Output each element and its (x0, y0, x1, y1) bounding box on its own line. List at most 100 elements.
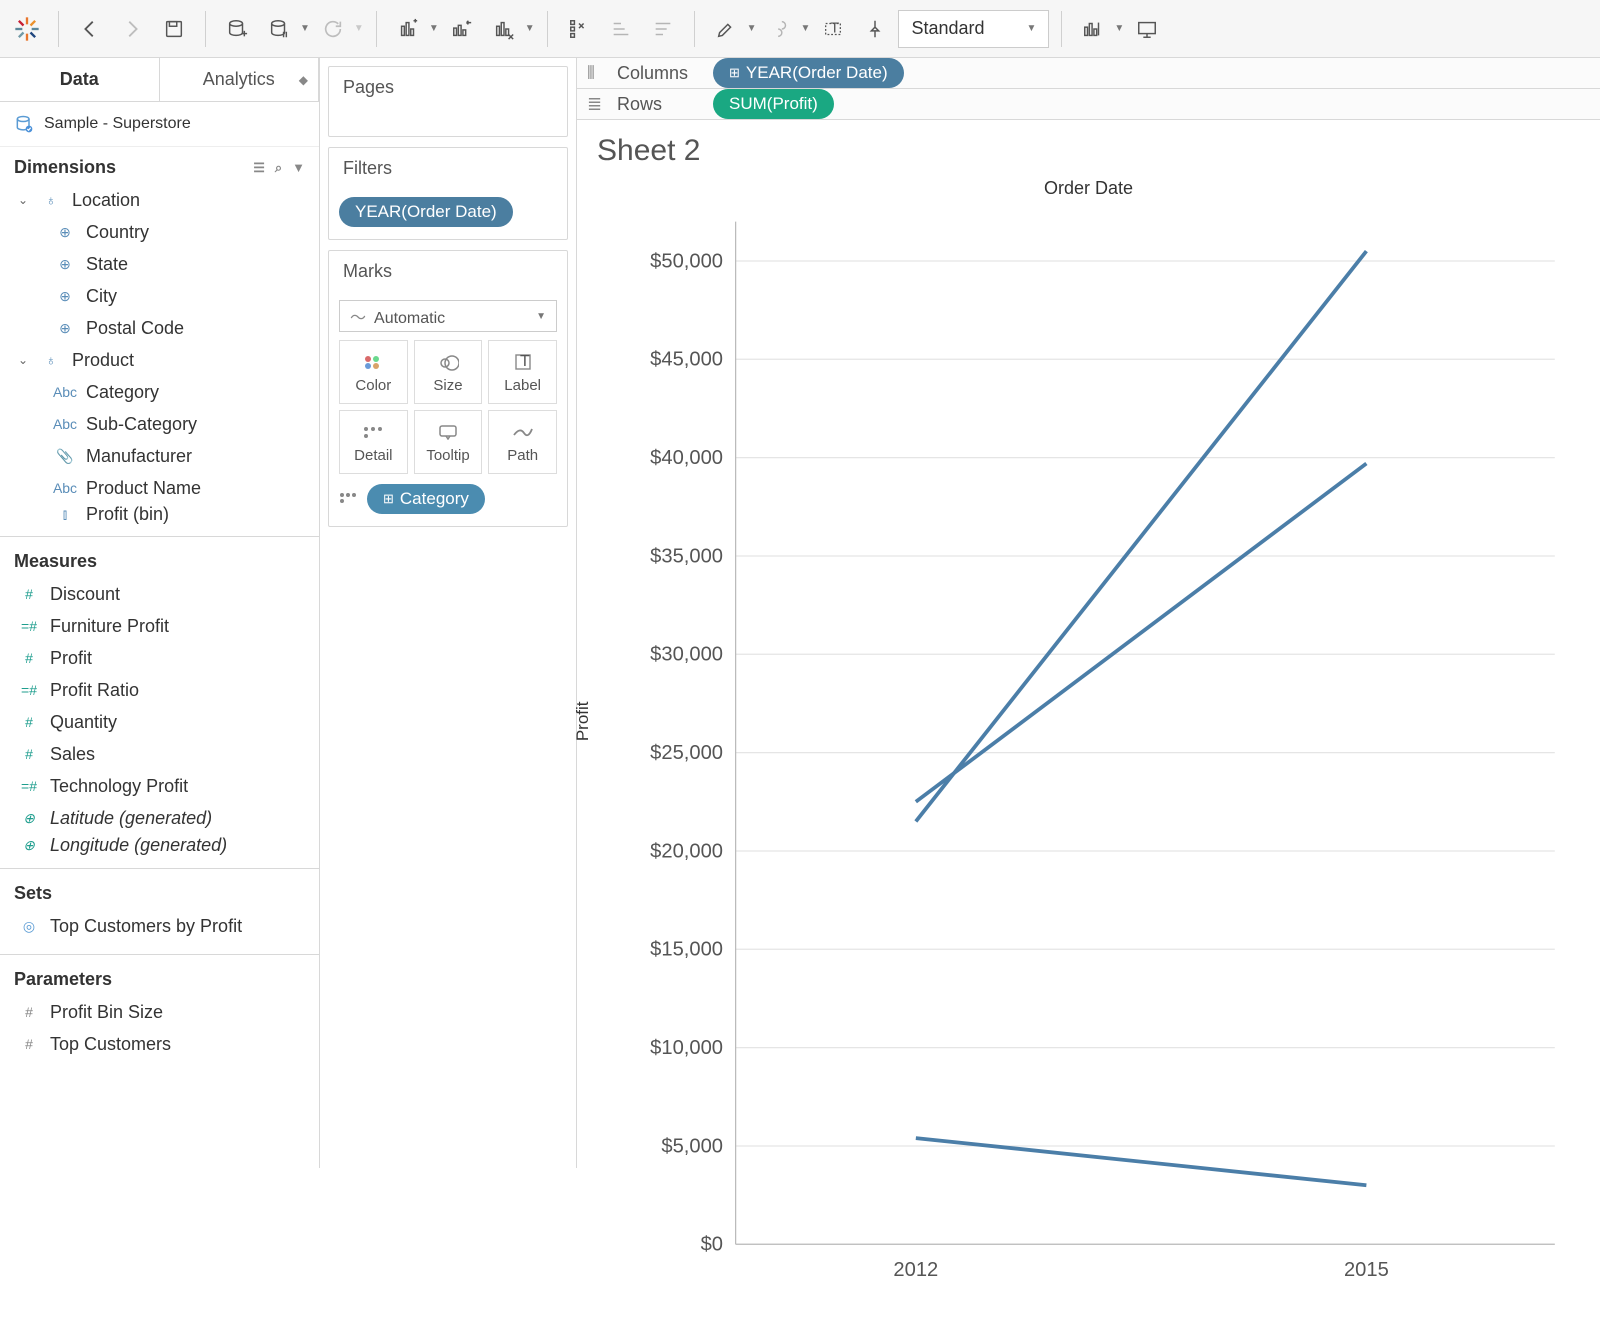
highlight-button[interactable]: ▼ (707, 10, 757, 48)
mark-tooltip[interactable]: Tooltip (414, 410, 483, 474)
svg-text:$50,000: $50,000 (650, 250, 723, 272)
top-toolbar: ▼ ▼ ▼ ▼ ▼ ▼ T Standard ▼ ▼ (0, 0, 1600, 58)
calc-icon: =# (18, 778, 40, 794)
set-top-customers[interactable]: ◎Top Customers by Profit (0, 910, 319, 942)
refresh-button[interactable]: ▼ (314, 10, 364, 48)
worksheet-area: ⦀Columns ⊞YEAR(Order Date) ≣Rows SUM(Pro… (576, 58, 1600, 1168)
detail-icon (362, 421, 384, 443)
detail-icon (339, 491, 359, 507)
show-me-button[interactable]: ▼ (1074, 10, 1124, 48)
meas-discount[interactable]: #Discount (0, 578, 319, 610)
swap-button[interactable] (560, 10, 598, 48)
measures-header: Measures (0, 541, 319, 578)
globe-icon: ⊕ (18, 810, 40, 827)
chart-area[interactable]: Order Date Profit $0$5,000$10,000$15,000… (577, 172, 1600, 1330)
meas-profit[interactable]: #Profit (0, 642, 319, 674)
number-icon: # (18, 586, 40, 602)
sort-icon: ◆ (299, 73, 308, 87)
save-button[interactable] (155, 10, 193, 48)
menu-caret-icon[interactable]: ▼ (292, 160, 305, 175)
meas-profit-ratio[interactable]: =#Profit Ratio (0, 674, 319, 706)
search-icon[interactable]: ⌕ (275, 160, 282, 176)
meas-technology-profit[interactable]: =#Technology Profit (0, 770, 319, 802)
dim-city[interactable]: ⊕City (0, 280, 319, 312)
pause-updates-button[interactable]: ▼ (260, 10, 310, 48)
marks-card[interactable]: Marks 〜Automatic ▼ Color Size TLabel Det… (328, 250, 568, 527)
list-view-icon[interactable]: ☰ (253, 160, 265, 176)
show-labels-button[interactable]: T (814, 10, 852, 48)
mark-label[interactable]: TLabel (488, 340, 557, 404)
back-button[interactable] (71, 10, 109, 48)
dim-postal-code[interactable]: ⊕Postal Code (0, 312, 319, 344)
dim-country[interactable]: ⊕Country (0, 216, 319, 248)
meas-sales[interactable]: #Sales (0, 738, 319, 770)
string-icon: Abc (54, 384, 76, 400)
tab-analytics[interactable]: Analytics◆ (160, 58, 320, 101)
dim-group-location[interactable]: ⌄ ♁ Location (0, 184, 319, 216)
dim-product-name[interactable]: AbcProduct Name (0, 472, 319, 504)
number-icon: # (18, 1036, 40, 1052)
meas-furniture-profit[interactable]: =#Furniture Profit (0, 610, 319, 642)
presentation-button[interactable] (1128, 10, 1166, 48)
detail-pill-category[interactable]: ⊞Category (367, 484, 485, 514)
dimensions-tree: ⌄ ♁ Location ⊕Country ⊕State ⊕City ⊕Post… (0, 184, 319, 532)
rows-icon: ≣ (587, 94, 607, 115)
forward-button[interactable] (113, 10, 151, 48)
mark-size[interactable]: Size (414, 340, 483, 404)
columns-shelf[interactable]: ⦀Columns ⊞YEAR(Order Date) (577, 58, 1600, 89)
sort-desc-button[interactable] (644, 10, 682, 48)
meas-quantity[interactable]: #Quantity (0, 706, 319, 738)
rows-pill-profit[interactable]: SUM(Profit) (713, 89, 834, 119)
svg-text:$45,000: $45,000 (650, 349, 723, 371)
calc-icon: =# (18, 618, 40, 634)
group-button[interactable]: ▼ (761, 10, 811, 48)
marks-type-dropdown[interactable]: 〜Automatic ▼ (339, 300, 557, 332)
bin-icon: ⫾ (54, 506, 76, 523)
duplicate-sheet-button[interactable] (443, 10, 481, 48)
sets-header: Sets (0, 873, 319, 910)
hierarchy-icon: ♁ (40, 352, 62, 368)
dim-profit-bin[interactable]: ⫾Profit (bin) (0, 504, 319, 524)
chevron-down-icon: ▼ (536, 311, 546, 322)
fit-dropdown[interactable]: Standard ▼ (898, 10, 1049, 48)
rows-shelf[interactable]: ≣Rows SUM(Profit) (577, 89, 1600, 120)
tab-data[interactable]: Data (0, 58, 160, 101)
meas-latitude[interactable]: ⊕Latitude (generated) (0, 802, 319, 834)
hierarchy-icon: ♁ (40, 192, 62, 208)
meas-longitude[interactable]: ⊕Longitude (generated) (0, 834, 319, 856)
color-icon (363, 351, 383, 373)
mark-detail[interactable]: Detail (339, 410, 408, 474)
datasource-row[interactable]: Sample - Superstore (0, 102, 319, 147)
fit-label: Standard (911, 18, 984, 39)
pin-button[interactable] (856, 10, 894, 48)
dim-group-product[interactable]: ⌄ ♁ Product (0, 344, 319, 376)
columns-pill-year[interactable]: ⊞YEAR(Order Date) (713, 58, 904, 88)
param-profit-bin[interactable]: #Profit Bin Size (0, 996, 319, 1028)
dim-state[interactable]: ⊕State (0, 248, 319, 280)
number-icon: # (18, 1004, 40, 1020)
number-icon: # (18, 714, 40, 730)
globe-icon: ⊕ (54, 288, 76, 305)
new-datasource-button[interactable] (218, 10, 256, 48)
sort-asc-button[interactable] (602, 10, 640, 48)
dim-category[interactable]: AbcCategory (0, 376, 319, 408)
measures-tree: #Discount =#Furniture Profit #Profit =#P… (0, 578, 319, 864)
parameters-header: Parameters (0, 959, 319, 996)
sheet-title[interactable]: Sheet 2 (577, 120, 1600, 172)
globe-icon: ⊕ (54, 256, 76, 273)
pages-card[interactable]: Pages (328, 66, 568, 137)
dim-sub-category[interactable]: AbcSub-Category (0, 408, 319, 440)
param-top-customers[interactable]: #Top Customers (0, 1028, 319, 1060)
dimensions-header: Dimensions ☰ ⌕ ▼ (0, 147, 319, 184)
dim-manufacturer[interactable]: 📎Manufacturer (0, 440, 319, 472)
new-worksheet-button[interactable]: ▼ (389, 10, 439, 48)
tableau-logo[interactable] (8, 10, 46, 48)
y-axis-label: Profit (573, 702, 593, 742)
cards-column: Pages Filters YEAR(Order Date) Marks 〜Au… (320, 58, 576, 1168)
filters-card[interactable]: Filters YEAR(Order Date) (328, 147, 568, 240)
string-icon: Abc (54, 416, 76, 432)
mark-path[interactable]: Path (488, 410, 557, 474)
filter-pill-year[interactable]: YEAR(Order Date) (339, 197, 513, 227)
mark-color[interactable]: Color (339, 340, 408, 404)
clear-sheet-button[interactable]: ▼ (485, 10, 535, 48)
